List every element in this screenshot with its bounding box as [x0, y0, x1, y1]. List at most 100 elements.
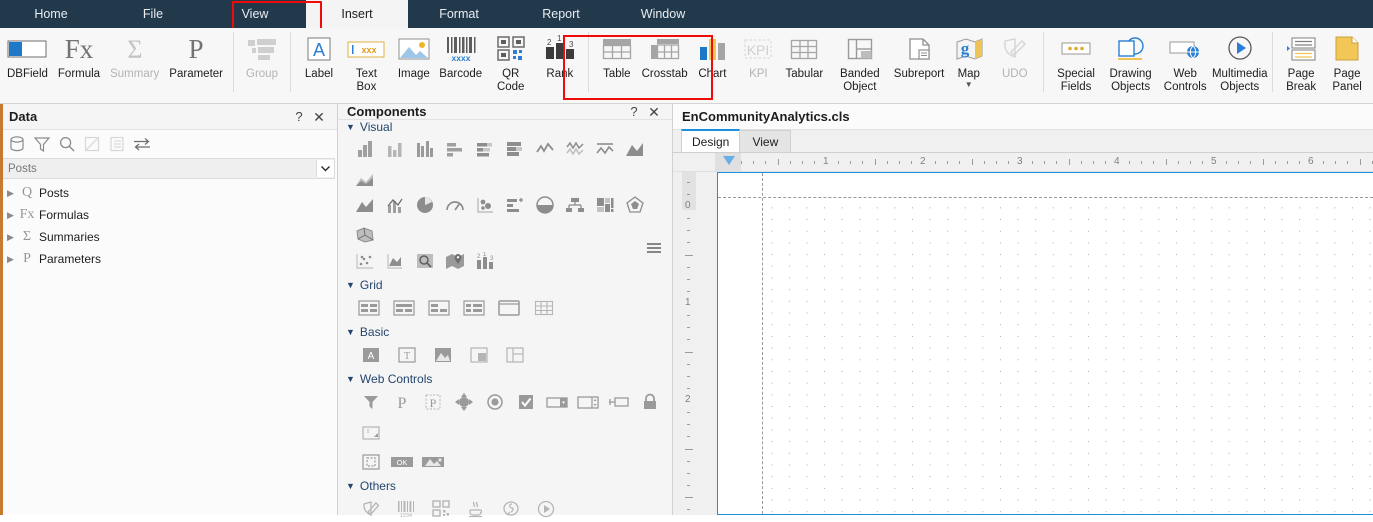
bullet-chart-icon[interactable] — [502, 192, 528, 218]
bar-horizontal-icon[interactable] — [442, 136, 468, 162]
grid-summary-icon[interactable] — [426, 295, 452, 321]
menu-item-insert[interactable]: Insert — [306, 0, 408, 28]
edit-icon[interactable] — [81, 133, 103, 155]
ribbon-button-chart[interactable]: Chart — [689, 28, 735, 98]
grid-table-icon[interactable] — [531, 295, 557, 321]
components-section-web-controls[interactable]: ▼ Web Controls — [338, 372, 672, 386]
spinner-icon[interactable] — [575, 389, 601, 415]
horizontal-ruler[interactable]: 1 2 3 4 5 6 — [673, 153, 1373, 172]
data-panel-close-button[interactable]: ✕ — [309, 110, 337, 124]
line-chart-icon[interactable] — [532, 136, 558, 162]
ribbon-button-page-break[interactable]: Page Break — [1278, 28, 1324, 98]
components-panel-help-button[interactable]: ? — [624, 104, 644, 119]
ok-button-icon[interactable]: OK — [389, 449, 415, 475]
ribbon-button-dbfield[interactable]: DBField — [2, 28, 53, 98]
image-icon[interactable] — [430, 342, 456, 368]
expand-chevron-icon[interactable]: ▶ — [4, 188, 17, 199]
datasource-select[interactable]: Posts — [2, 158, 335, 179]
expand-chevron-icon[interactable]: ▶ — [4, 254, 17, 265]
polygon-map-icon[interactable] — [352, 222, 378, 248]
ribbon-button-formula[interactable]: Fx Formula — [53, 28, 105, 98]
filter-icon[interactable] — [31, 133, 53, 155]
java-bean-icon[interactable] — [463, 496, 489, 522]
barcode-icon[interactable]: 1234 — [393, 496, 419, 522]
ribbon-button-page-panel[interactable]: Page Panel — [1324, 28, 1370, 98]
vertical-ruler[interactable]: 0 1 2 — [673, 172, 703, 515]
components-section-visual[interactable]: ▼ Visual — [338, 120, 672, 134]
ribbon-button-web-controls[interactable]: Web Controls — [1158, 28, 1213, 98]
expand-chevron-icon[interactable]: ▶ — [4, 210, 17, 221]
zigzag-line-icon[interactable] — [562, 136, 588, 162]
ribbon-button-rank[interactable]: 2 1 3 Rank — [537, 28, 583, 98]
grid-header-icon[interactable] — [356, 295, 382, 321]
checkbox-icon[interactable] — [513, 389, 539, 415]
ribbon-button-map[interactable]: g Map ▼ — [946, 28, 992, 98]
flash-icon[interactable] — [498, 496, 524, 522]
doughnut-icon[interactable] — [532, 192, 558, 218]
menu-item-view[interactable]: View — [204, 0, 306, 28]
design-canvas[interactable] — [717, 172, 1373, 515]
ribbon-button-summary[interactable]: Σ Summary — [105, 28, 164, 98]
text-icon[interactable]: T — [394, 342, 420, 368]
ribbon-button-crosstab[interactable]: Crosstab — [640, 28, 690, 98]
ribbon-button-textbox[interactable]: xxx Text Box — [342, 28, 391, 98]
ribbon-button-drawing-objects[interactable]: Drawing Objects — [1103, 28, 1158, 98]
expand-chevron-icon[interactable]: ▶ — [4, 232, 17, 243]
ribbon-button-qrcode[interactable]: QR Code — [485, 28, 537, 98]
banded-object-icon[interactable] — [502, 342, 528, 368]
datasource-icon[interactable] — [6, 133, 28, 155]
geo-search-icon[interactable] — [412, 248, 438, 274]
ribbon-button-group[interactable]: Group — [239, 28, 285, 98]
column-chart-icon[interactable] — [382, 136, 408, 162]
grid-blank-icon[interactable] — [496, 295, 522, 321]
combo-box-icon[interactable] — [544, 389, 570, 415]
area-solid-icon[interactable] — [352, 192, 378, 218]
components-panel-close-button[interactable]: ✕ — [644, 105, 672, 119]
pie-chart-icon[interactable] — [412, 192, 438, 218]
org-chart-icon[interactable] — [562, 192, 588, 218]
line-trend-icon[interactable] — [592, 136, 618, 162]
components-section-others[interactable]: ▼ Others — [338, 479, 672, 493]
map-pin-icon[interactable] — [442, 248, 468, 274]
ribbon-button-banded-object[interactable]: Banded Object — [827, 28, 892, 98]
image-button-icon[interactable] — [420, 449, 446, 475]
signature-icon[interactable] — [358, 496, 384, 522]
filter-control-icon[interactable] — [358, 389, 384, 415]
rank-bars-icon[interactable]: 213 — [472, 248, 498, 274]
qrcode-icon[interactable] — [428, 496, 454, 522]
ribbon-button-special-fields[interactable]: Special Fields — [1049, 28, 1104, 98]
gauge-icon[interactable] — [442, 192, 468, 218]
ribbon-button-kpi[interactable]: KPI KPI — [735, 28, 781, 98]
tab-design[interactable]: Design — [681, 129, 741, 152]
ribbon-button-tabular[interactable]: Tabular — [781, 28, 827, 98]
data-tree-item-parameters[interactable]: ▶ P Parameters — [0, 248, 337, 270]
menu-item-file[interactable]: File — [102, 0, 204, 28]
combo-chart-icon[interactable] — [382, 192, 408, 218]
radio-button-icon[interactable] — [482, 389, 508, 415]
data-tree-item-formulas[interactable]: ▶ Fx Formulas — [0, 204, 337, 226]
password-icon[interactable] — [637, 389, 663, 415]
data-tree-item-posts[interactable]: ▶ Q Posts — [0, 182, 337, 204]
ribbon-button-subreport[interactable]: Subreport — [892, 28, 945, 98]
ribbon-button-parameter[interactable]: P Parameter — [164, 28, 228, 98]
label-icon[interactable]: A — [358, 342, 384, 368]
ribbon-button-barcode[interactable]: xxxx Barcode — [437, 28, 485, 98]
range-area-icon[interactable] — [382, 248, 408, 274]
grid-group-icon[interactable] — [461, 295, 487, 321]
swap-icon[interactable] — [131, 133, 153, 155]
data-panel-help-button[interactable]: ? — [289, 109, 309, 124]
ribbon-button-table[interactable]: Table — [594, 28, 640, 98]
ribbon-button-label[interactable]: A Label — [296, 28, 342, 98]
hamburger-icon[interactable] — [646, 242, 662, 254]
menu-item-window[interactable]: Window — [612, 0, 714, 28]
map-caret-icon[interactable]: ▼ — [965, 80, 973, 88]
media-player-icon[interactable] — [533, 496, 559, 522]
area-chart-icon[interactable] — [622, 136, 648, 162]
bubble-chart-icon[interactable] — [472, 192, 498, 218]
bar-stacked-icon[interactable] — [472, 136, 498, 162]
tab-view[interactable]: View — [739, 130, 792, 152]
ribbon-button-multimedia-objects[interactable]: Multimedia Objects — [1212, 28, 1268, 98]
menu-item-home[interactable]: Home — [0, 0, 102, 28]
radar-chart-icon[interactable] — [622, 192, 648, 218]
parameter-box-icon[interactable]: P — [420, 389, 446, 415]
